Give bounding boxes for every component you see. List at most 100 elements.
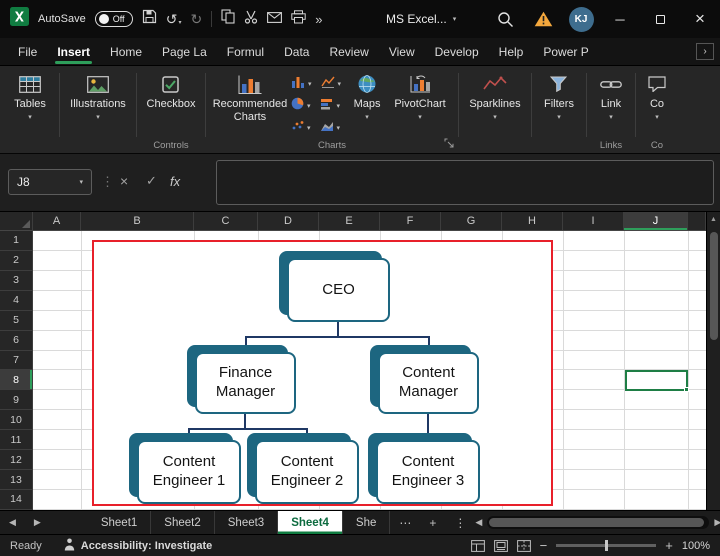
sheet-tab-sheet3[interactable]: Sheet3 [215,511,279,534]
zoom-level[interactable]: 100% [682,540,710,552]
row-header-5[interactable]: 5 [0,310,33,331]
column-header-f[interactable]: F [380,212,441,230]
horizontal-scroll-thumb[interactable] [489,518,705,527]
bar-chart-button[interactable]: ▾ [320,97,340,115]
sheet-menu-icon[interactable]: ⋮ [445,516,475,530]
page-break-view-button[interactable] [516,539,531,552]
column-header-d[interactable]: D [258,212,319,230]
scroll-left-icon[interactable]: ◀ [475,517,482,528]
column-header-a[interactable]: A [33,212,81,230]
row-header-8[interactable]: 8 [0,370,33,391]
sparklines-button[interactable]: Sparklines ▾ [465,66,524,123]
column-header-c[interactable]: C [194,212,258,230]
save-icon[interactable] [142,9,157,29]
cut-icon[interactable] [244,10,258,29]
tab-file[interactable]: File [8,40,47,64]
tab-help[interactable]: Help [489,40,534,64]
tab-data[interactable]: Data [274,40,319,64]
normal-view-button[interactable] [470,539,485,552]
column-header-j[interactable]: J [624,212,688,230]
charts-dialog-launcher-icon[interactable] [444,138,454,151]
row-header-6[interactable]: 6 [0,330,33,351]
excel-logo-icon[interactable] [10,7,29,31]
print-icon[interactable] [291,9,306,29]
org-node-ceo[interactable]: CEO [279,251,390,322]
autosave-toggle[interactable]: Off [94,11,133,27]
select-all-corner[interactable] [0,212,33,230]
accessibility-status[interactable]: Accessibility: Investigate [64,538,212,554]
tab-view[interactable]: View [379,40,425,64]
row-header-1[interactable]: 1 [0,231,33,251]
checkbox-button[interactable]: Checkbox [143,66,200,113]
scatter-chart-button[interactable]: ▾ [291,119,311,137]
pie-chart-button[interactable]: ▾ [291,97,311,115]
close-button[interactable]: × [680,0,720,38]
illustrations-button[interactable]: Illustrations ▾ [66,66,130,123]
cancel-icon[interactable]: × [120,173,128,189]
column-header-h[interactable]: H [502,212,563,230]
sheet-tab-sheet5-truncated[interactable]: She [343,511,391,534]
horizontal-scroll-track[interactable] [487,516,710,529]
row-header-4[interactable]: 4 [0,290,33,311]
vertical-scroll-thumb[interactable] [710,232,718,340]
page-layout-view-button[interactable] [493,539,508,552]
row-header-12[interactable]: 12 [0,450,33,471]
zoom-slider-thumb[interactable] [605,540,609,551]
add-sheet-icon[interactable]: + [420,516,445,530]
row-header-10[interactable]: 10 [0,410,33,431]
sheet-tab-sheet1[interactable]: Sheet1 [88,511,152,534]
warning-icon[interactable] [524,0,562,38]
tab-review[interactable]: Review [319,40,378,64]
row-header-7[interactable]: 7 [0,350,33,371]
sheet-more-icon[interactable]: ⋯ [390,516,420,530]
redo-button[interactable]: ↻ [190,12,202,26]
row-header-9[interactable]: 9 [0,390,33,411]
tab-power-pivot[interactable]: Power P [533,40,598,64]
column-header-partial[interactable] [688,212,706,230]
tab-page-layout[interactable]: Page La [152,40,217,64]
org-node-content-engineer-3[interactable]: Content Engineer 3 [368,433,480,504]
row-header-3[interactable]: 3 [0,270,33,291]
zoom-out-icon[interactable]: − [540,539,548,552]
column-header-b[interactable]: B [81,212,194,230]
tab-insert[interactable]: Insert [47,40,100,64]
name-box[interactable]: J8 ▾ [8,169,92,195]
mail-icon[interactable] [267,10,283,28]
formula-input[interactable] [216,160,714,205]
line-chart-button[interactable]: ▾ [320,75,341,93]
maps-button[interactable]: Maps ▾ [345,66,389,123]
sheet-tab-sheet4[interactable]: Sheet4 [278,511,343,534]
row-header-14[interactable]: 14 [0,489,33,510]
scroll-right-icon[interactable]: ▶ [714,517,720,528]
tab-overflow-button[interactable]: › [696,43,714,60]
vertical-scrollbar[interactable]: ▲ [706,212,720,510]
zoom-slider[interactable] [556,540,657,551]
org-chart-object[interactable]: CEO Finance Manager Content Manager Cont… [92,240,553,506]
account-avatar[interactable]: KJ [562,0,600,38]
row-header-13[interactable]: 13 [0,470,33,490]
zoom-in-icon[interactable]: + [665,539,673,552]
sheet-nav-left-icon[interactable]: ◀ [0,517,25,528]
maximize-button[interactable] [640,0,680,38]
org-node-finance-manager[interactable]: Finance Manager [187,345,296,414]
copy-icon[interactable] [221,9,235,29]
tab-home[interactable]: Home [100,40,152,64]
sheet-tab-sheet2[interactable]: Sheet2 [151,511,215,534]
formula-bar-handle[interactable]: ⋮ [101,174,114,190]
insert-function-icon[interactable]: fx [170,174,180,189]
org-node-content-manager[interactable]: Content Manager [370,345,479,414]
column-header-i[interactable]: I [563,212,624,230]
row-header-11[interactable]: 11 [0,430,33,451]
filters-button[interactable]: Filters ▾ [540,66,578,123]
row-header-2[interactable]: 2 [0,250,33,271]
enter-icon[interactable]: ✓ [146,173,157,189]
org-node-content-engineer-1[interactable]: Content Engineer 1 [129,433,241,504]
scroll-up-icon[interactable]: ▲ [707,212,720,223]
tables-button[interactable]: Tables ▾ [10,66,50,123]
search-icon[interactable] [486,0,524,38]
more-commands-icon[interactable]: » [315,12,322,27]
undo-button[interactable]: ↺ ▾ [166,12,182,26]
column-header-g[interactable]: G [441,212,502,230]
recommended-charts-button[interactable]: Recommended Charts [213,66,287,125]
tab-formulas[interactable]: Formul [217,40,274,64]
